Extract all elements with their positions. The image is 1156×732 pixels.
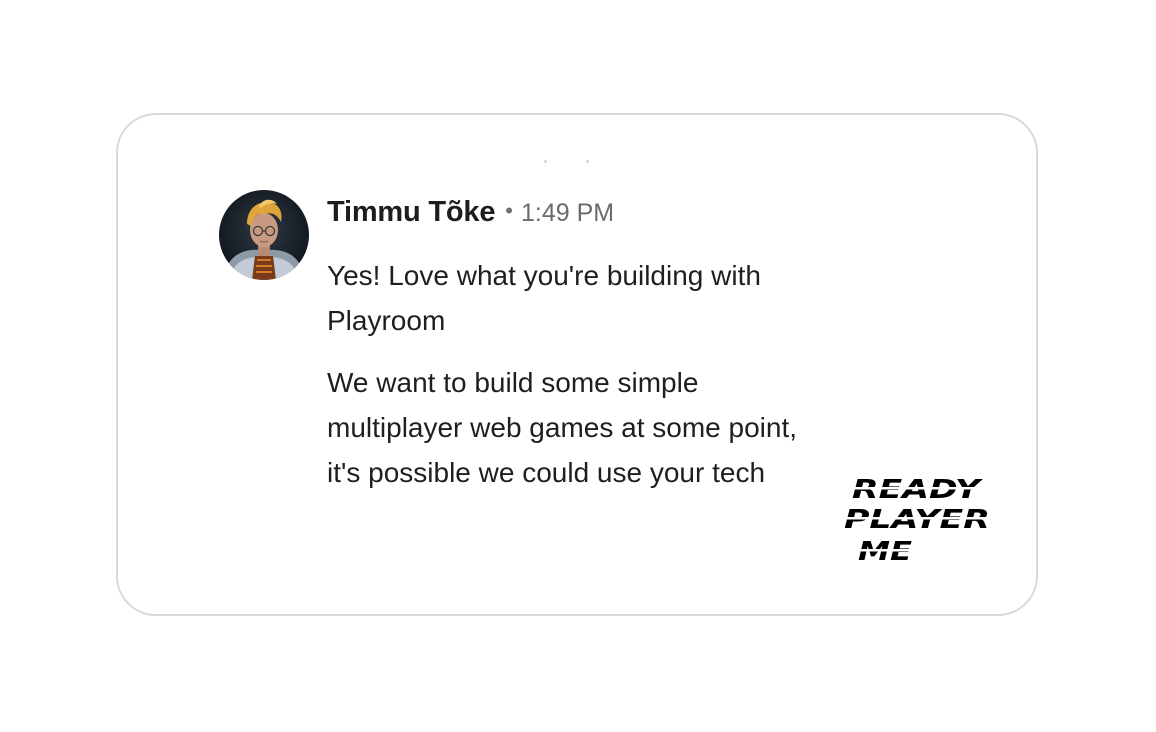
message-timestamp[interactable]: 1:49 PM <box>521 199 614 227</box>
avatar[interactable] <box>219 190 309 280</box>
author-name[interactable]: Timmu Tõke <box>327 196 495 228</box>
logo-line: READY <box>852 475 984 505</box>
message-paragraph: We want to build some simple multiplayer… <box>327 367 797 488</box>
message-header: Timmu Tõke • 1:49 PM <box>327 196 614 229</box>
logo-line: PLAYER <box>844 505 990 535</box>
message-paragraph: Yes! Love what you're building with Play… <box>327 260 761 336</box>
separator-dots <box>544 160 590 164</box>
avatar-image <box>219 190 309 280</box>
ready-player-me-logo: READY PLAYER ME <box>842 475 994 566</box>
header-separator: • <box>505 198 513 223</box>
